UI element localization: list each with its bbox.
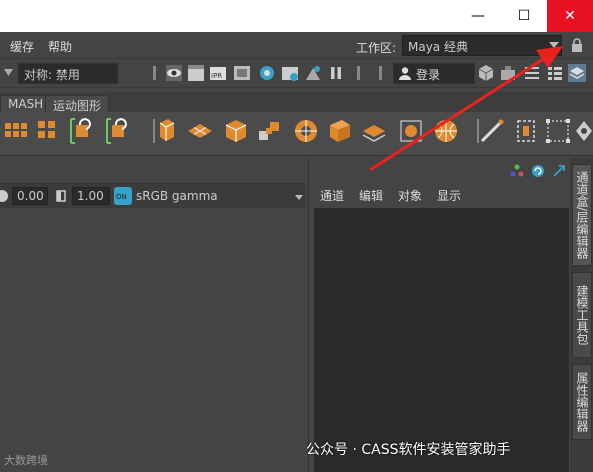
menu-cache[interactable]: 缓存 xyxy=(10,38,34,55)
cb-menu-edit[interactable]: 编辑 xyxy=(359,187,383,204)
render-view-icon[interactable] xyxy=(281,64,299,82)
maximize-button[interactable]: ☐ xyxy=(501,0,547,32)
molecule-icon[interactable] xyxy=(510,164,524,178)
exposure-icon[interactable] xyxy=(0,189,10,203)
tab-motion-graphics[interactable]: 运动图形 xyxy=(45,95,110,113)
chevron-down-icon xyxy=(549,42,559,48)
plane-tiles-icon[interactable] xyxy=(186,117,214,145)
gamma-field[interactable]: 1.00 xyxy=(72,187,110,205)
separator-icon xyxy=(153,66,156,80)
toolbox-icon[interactable] xyxy=(499,64,517,82)
expand-icon[interactable] xyxy=(552,164,566,178)
symmetry-field[interactable]: 对称: 禁用 xyxy=(18,63,118,84)
pause-icon[interactable] xyxy=(327,64,345,82)
layered-tiles-icon[interactable] xyxy=(360,117,388,145)
viewport-logo: 大数跨境 xyxy=(4,454,48,467)
workspace-select[interactable]: Maya 经典 xyxy=(402,35,562,56)
render-settings-icon[interactable] xyxy=(233,64,251,82)
transform-box-icon[interactable] xyxy=(544,117,572,145)
curve-warp-icon[interactable] xyxy=(68,117,96,145)
minimize-button[interactable]: — xyxy=(455,0,501,32)
separator-icon xyxy=(357,66,360,80)
viewport-header xyxy=(0,158,305,184)
cb-menu-object[interactable]: 对象 xyxy=(398,187,422,204)
sphere-grid-icon[interactable] xyxy=(432,117,460,145)
grid-icon[interactable] xyxy=(3,117,31,145)
hypershade-icon[interactable] xyxy=(258,64,276,82)
login-label: 登录 xyxy=(416,68,441,82)
gamma-icon[interactable] xyxy=(55,189,67,203)
menu-help[interactable]: 帮助 xyxy=(48,38,72,55)
clapboard-icon[interactable] xyxy=(187,64,205,82)
chevron-down-icon[interactable] xyxy=(4,69,13,77)
extrude-icon[interactable] xyxy=(152,117,180,145)
attribute-list-icon[interactable] xyxy=(546,64,564,82)
color-space-select[interactable]: sRGB gamma xyxy=(136,189,218,203)
tab-attribute-editor[interactable]: 属性编辑器 xyxy=(572,364,592,440)
refresh-icon[interactable] xyxy=(531,164,545,178)
workspace-value: Maya 经典 xyxy=(408,40,468,54)
login-button[interactable]: 登录 xyxy=(393,63,475,84)
layers-icon[interactable] xyxy=(568,64,586,82)
radial-icon[interactable] xyxy=(292,117,320,145)
pen-curve-icon[interactable] xyxy=(478,117,506,145)
split-cube-icon[interactable] xyxy=(326,117,354,145)
separator-icon xyxy=(379,66,382,80)
svg-text:ON: ON xyxy=(116,193,127,201)
cb-menu-show[interactable]: 显示 xyxy=(437,187,461,204)
pen-tool-icon[interactable] xyxy=(570,117,593,145)
cube-icon[interactable] xyxy=(477,64,495,82)
close-button[interactable]: ✕ xyxy=(547,0,593,32)
scatter-icon[interactable] xyxy=(256,117,284,145)
svg-text:IPR: IPR xyxy=(211,72,222,80)
cb-menu-channels[interactable]: 通道 xyxy=(320,187,344,204)
lock-icon[interactable] xyxy=(571,38,583,52)
channel-box-area[interactable] xyxy=(314,208,569,472)
user-icon xyxy=(399,67,411,80)
bracket-select-icon[interactable] xyxy=(512,117,540,145)
tab-mash[interactable]: MASH xyxy=(0,95,52,112)
cube-instance-icon[interactable] xyxy=(222,117,250,145)
viewport-area[interactable] xyxy=(0,208,305,472)
exposure-field[interactable]: 0.00 xyxy=(12,187,48,205)
color-management-toggle-icon[interactable]: ON xyxy=(114,187,132,205)
workspace-label: 工作区: xyxy=(356,41,397,55)
light-editor-icon[interactable] xyxy=(304,64,322,82)
tab-channel-box-layer-editor[interactable]: 通道盒/层编辑器 xyxy=(572,164,592,266)
chevron-down-icon[interactable] xyxy=(295,195,303,200)
distribute-icon[interactable] xyxy=(34,117,62,145)
bounding-box-icon[interactable] xyxy=(397,117,425,145)
symmetry-value: 对称: 禁用 xyxy=(24,68,80,82)
list-icon[interactable] xyxy=(523,64,541,82)
rotate-instance-icon[interactable] xyxy=(104,117,132,145)
watermark: 公众号 · CASS软件安装管家助手 xyxy=(306,442,511,458)
tab-modeling-toolkit[interactable]: 建模工具包 xyxy=(572,272,592,358)
ipr-render-icon[interactable]: IPR xyxy=(209,64,227,82)
eye-icon[interactable] xyxy=(165,64,183,82)
